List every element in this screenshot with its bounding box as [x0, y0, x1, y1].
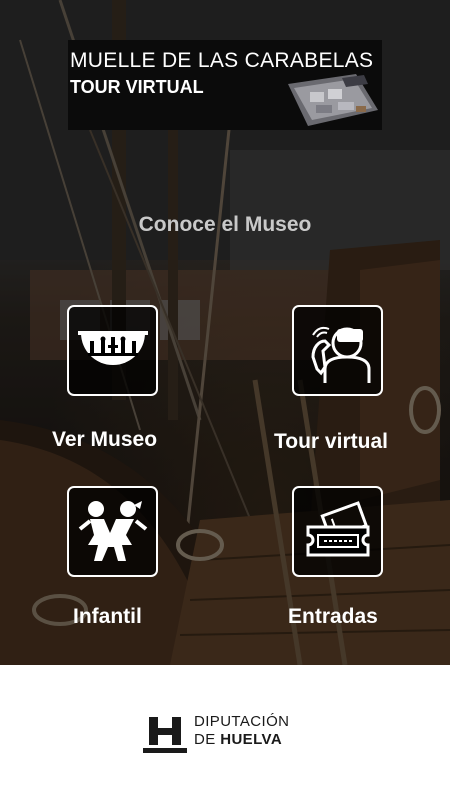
- header-banner: MUELLE DE LAS CARABELAS TOUR VIRTUAL: [68, 40, 382, 130]
- children-icon: [78, 500, 147, 561]
- ver-museo-label: Ver Museo: [52, 428, 158, 451]
- museum-icon: [77, 330, 148, 365]
- ver-museo-button[interactable]: [67, 305, 158, 396]
- logo-text-line2: DE HUELVA: [194, 731, 282, 748]
- diputacion-logo-icon: [143, 717, 187, 753]
- museum-model-image: [288, 74, 378, 126]
- section-heading: Conoce el Museo: [138, 213, 312, 236]
- vr-headset-icon: [310, 326, 370, 383]
- logo-text-huelva: HUELVA: [220, 731, 283, 748]
- tour-virtual-label: Tour virtual: [274, 430, 388, 453]
- ticket-icon: [306, 500, 369, 556]
- entradas-button[interactable]: [292, 486, 383, 577]
- tour-virtual-button[interactable]: [292, 305, 383, 396]
- logo-text-prefix: DE: [194, 731, 221, 748]
- entradas-label: Entradas: [288, 605, 378, 628]
- logo-text-line1: DIPUTACIÓN: [194, 713, 290, 730]
- infantil-button[interactable]: [67, 486, 158, 577]
- banner-subtitle: TOUR VIRTUAL: [70, 77, 204, 97]
- infantil-label: Infantil: [73, 605, 142, 628]
